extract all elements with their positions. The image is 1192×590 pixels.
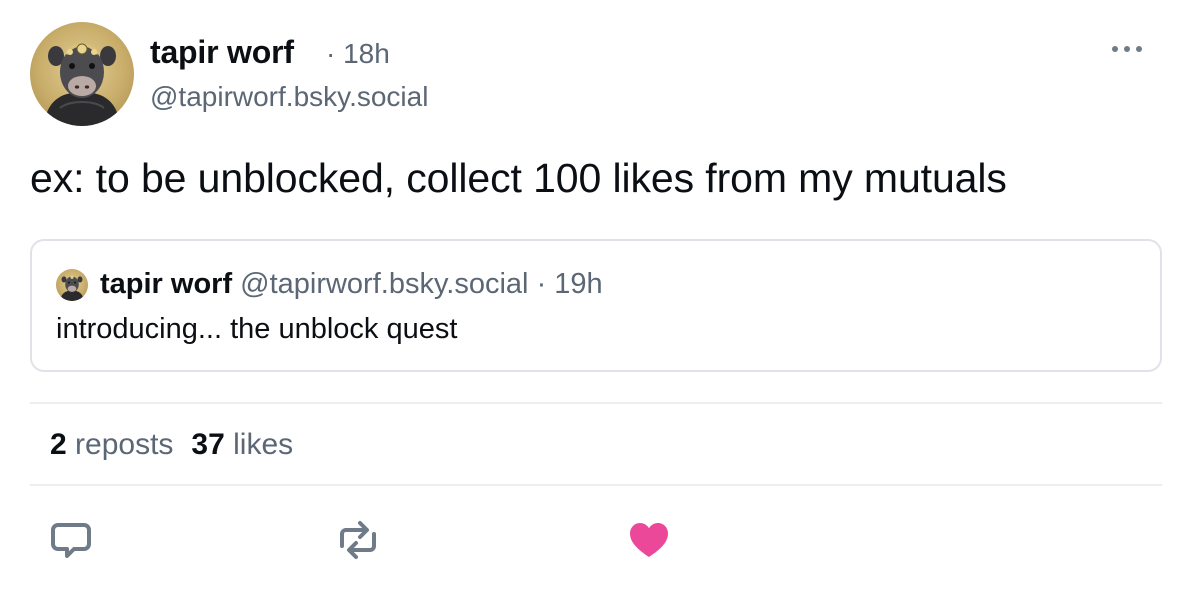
divider xyxy=(30,484,1162,486)
quoted-meta-separator: · xyxy=(536,268,547,300)
quoted-author-name[interactable]: tapir worf xyxy=(100,268,232,300)
quoted-post-card[interactable]: tapir worf @tapirworf.bsky.social · 19h i… xyxy=(30,239,1162,372)
reposts-count: 2 xyxy=(50,428,67,461)
ellipsis-icon xyxy=(1136,46,1142,52)
reply-button[interactable] xyxy=(49,518,93,562)
author-avatar[interactable] xyxy=(30,22,134,126)
like-button[interactable] xyxy=(627,518,671,562)
likes-count: 37 xyxy=(191,428,225,461)
post-thread-view: tapir worf · 18h @tapirworf.bsky.social … xyxy=(0,0,1192,590)
reposts-stat[interactable]: 2 reposts xyxy=(50,428,173,461)
repost-button[interactable] xyxy=(336,518,380,562)
tapir-avatar-image xyxy=(60,275,84,301)
speech-bubble-icon xyxy=(51,523,91,558)
post-text: ex: to be unblocked, collect 100 likes f… xyxy=(30,155,1007,201)
ellipsis-icon xyxy=(1112,46,1118,52)
more-options-button[interactable] xyxy=(1112,38,1142,60)
tapir-avatar-image xyxy=(44,43,120,126)
repost-arrows-icon xyxy=(340,521,376,559)
quoted-post-header: tapir worf @tapirworf.bsky.social · 19h xyxy=(100,268,603,301)
divider xyxy=(30,402,1162,404)
engagement-stats: 2 reposts 37 likes xyxy=(50,428,293,462)
post-time[interactable]: 18h xyxy=(343,38,390,69)
author-handle[interactable]: @tapirworf.bsky.social xyxy=(150,81,428,113)
quoted-author-avatar[interactable] xyxy=(56,269,88,301)
ellipsis-icon xyxy=(1124,46,1130,52)
meta-separator: · xyxy=(326,38,336,69)
likes-label: likes xyxy=(233,428,294,461)
likes-stat[interactable]: 37 likes xyxy=(191,428,293,461)
quoted-author-handle[interactable]: @tapirworf.bsky.social xyxy=(240,268,528,300)
reposts-label: reposts xyxy=(75,428,174,461)
post-timestamp: · 18h xyxy=(326,38,390,70)
quoted-post-text: introducing... the unblock quest xyxy=(56,313,458,345)
author-display-name[interactable]: tapir worf xyxy=(150,34,294,71)
heart-icon xyxy=(630,523,668,557)
quoted-post-time: 19h xyxy=(554,268,603,300)
